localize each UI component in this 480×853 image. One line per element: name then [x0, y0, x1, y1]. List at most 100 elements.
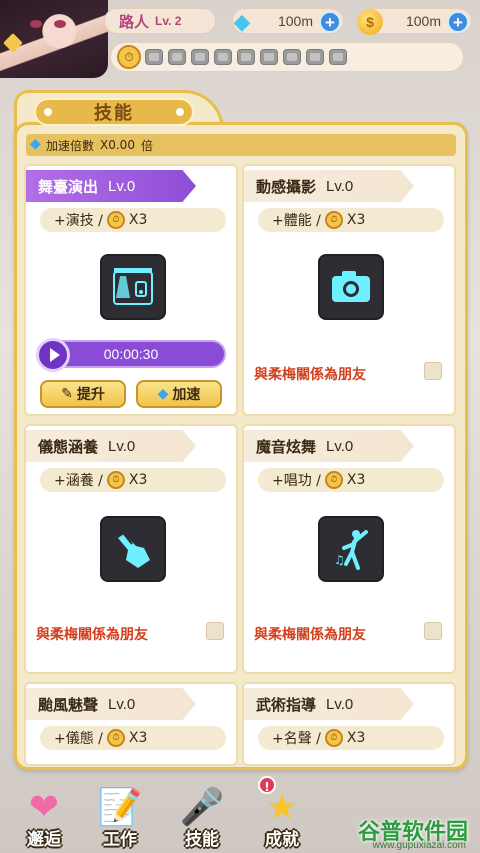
skill-stat-bonus: +演技 / ⏱ X3 — [40, 208, 226, 232]
stamina-slot — [214, 49, 232, 65]
stopwatch-icon: ⏱ — [117, 45, 141, 69]
nav-encounter[interactable]: ❤ 邂逅 — [8, 782, 80, 852]
stamina-slot — [283, 49, 301, 65]
speed-unit: 倍 — [140, 138, 153, 153]
add-gold-button[interactable]: + — [447, 11, 469, 33]
skill-card-title: 動感攝影 Lv.0 — [244, 170, 414, 202]
skill-level: Lv.0 — [108, 177, 136, 195]
star-icon: ★ — [265, 786, 299, 828]
stamina-slot — [329, 49, 347, 65]
panel-title-badge: 技能 — [34, 98, 194, 126]
skill-card-martial-arts[interactable]: 武術指導 Lv.0 +名聲 / ⏱ X3 — [242, 682, 456, 766]
gold-counter: $ 100m + — [357, 8, 472, 35]
stage-icon — [100, 254, 166, 320]
stopwatch-icon: ⏱ — [324, 729, 343, 747]
player-name: 路人 — [119, 13, 150, 31]
page-title: 技能 — [94, 103, 134, 124]
notebook-icon: 📝 — [97, 787, 143, 828]
stamina-slot — [168, 49, 186, 65]
skill-card-dynamic-photography[interactable]: 動感攝影 Lv.0 +體能 / ⏱ X3 與柔梅關係為朋友 — [242, 164, 456, 416]
avatar-eye — [30, 20, 42, 28]
nav-achievements[interactable]: ! ★ 成就 — [246, 776, 318, 852]
skill-card-title: 舞臺演出 Lv.0 — [26, 170, 196, 202]
training-progress-bar: 00:00:30 — [36, 338, 226, 372]
stat-label: +涵養 / — [54, 473, 103, 489]
microphone-icon: 🎤 — [179, 787, 225, 828]
nav-label: 成就 — [265, 830, 299, 850]
stat-multiplier: X3 — [128, 212, 148, 228]
gold-coin-icon: $ — [357, 9, 383, 35]
avatar-eye — [54, 20, 66, 28]
stopwatch-icon: ⏱ — [324, 211, 343, 229]
gem-counter: ◆ 100m + — [232, 8, 344, 34]
skill-stat-bonus: +儀態 / ⏱ X3 — [40, 726, 226, 750]
speed-value: X0.00 — [100, 138, 135, 152]
requirement-checkbox — [424, 622, 442, 640]
stat-label: +儀態 / — [54, 731, 103, 747]
glove-icon — [100, 516, 166, 582]
timer-text: 00:00:30 — [103, 346, 159, 362]
stamina-bar: ⏱ — [110, 42, 464, 72]
skill-card-magic-dance[interactable]: 魔音炫舞 Lv.0 +唱功 / ⏱ X3 ♫ 與柔梅關係為朋友 — [242, 424, 456, 674]
skill-card-title: 儀態涵養 Lv.0 — [26, 430, 196, 462]
nav-skills[interactable]: 🎤 技能 — [166, 782, 238, 852]
play-icon[interactable] — [36, 338, 70, 372]
stamina-slot — [306, 49, 324, 65]
speedup-button[interactable]: ◆ 加速 — [136, 380, 222, 408]
watermark-url: www.gupuxiazai.com — [372, 840, 466, 851]
skill-name: 動感攝影 — [256, 177, 317, 196]
stopwatch-icon: ⏱ — [106, 471, 125, 489]
stamina-slot — [260, 49, 278, 65]
unlock-requirement: 與柔梅關係為朋友 — [254, 627, 366, 643]
skill-name: 武術指導 — [256, 695, 317, 714]
skill-card-typhoon-voice[interactable]: 颱風魅聲 Lv.0 +儀態 / ⏱ X3 — [24, 682, 238, 766]
skill-level: Lv.0 — [108, 695, 136, 713]
unlock-requirement: 與柔梅關係為朋友 — [36, 627, 148, 643]
hearts-icon: ❤ — [28, 786, 60, 828]
diamond-icon: ◆ — [157, 386, 169, 402]
skill-card-poise[interactable]: 儀態涵養 Lv.0 +涵養 / ⏱ X3 與柔梅關係為朋友 — [24, 424, 238, 674]
nav-work[interactable]: 📝 工作 — [84, 782, 156, 852]
speed-multiplier-bar: ◆ 加速倍數 X0.00 倍 — [26, 134, 456, 156]
svg-text:♫: ♫ — [334, 553, 345, 567]
upgrade-label: 提升 — [76, 387, 105, 403]
stat-label: +名聲 / — [272, 731, 321, 747]
diamond-icon: ◆ — [30, 136, 41, 152]
skill-level: Lv.0 — [326, 695, 354, 713]
player-avatar[interactable] — [0, 0, 108, 78]
skill-card-title: 武術指導 Lv.0 — [244, 688, 414, 720]
gold-amount: 100m — [405, 13, 441, 29]
upgrade-button[interactable]: ✎ 提升 — [40, 380, 126, 408]
nav-label: 技能 — [185, 830, 219, 850]
upgrade-icon: ✎ — [61, 386, 73, 402]
skill-card-title: 魔音炫舞 Lv.0 — [244, 430, 414, 462]
skill-name: 颱風魅聲 — [38, 695, 99, 714]
stat-multiplier: X3 — [346, 730, 366, 746]
nav-label: 邂逅 — [27, 830, 61, 850]
skill-stat-bonus: +體能 / ⏱ X3 — [258, 208, 444, 232]
dancer-svg: ♫ — [334, 530, 368, 570]
add-gems-button[interactable]: + — [319, 11, 341, 33]
diamond-icon: ◆ — [233, 9, 251, 34]
stopwatch-icon: ⏱ — [106, 729, 125, 747]
skill-stat-bonus: +名聲 / ⏱ X3 — [258, 726, 444, 750]
stat-multiplier: X3 — [346, 212, 366, 228]
gem-amount: 100m — [277, 13, 313, 29]
unlock-requirement: 與柔梅關係為朋友 — [254, 367, 366, 383]
stat-multiplier: X3 — [128, 472, 148, 488]
stamina-slot — [237, 49, 255, 65]
skill-card-stage-performance[interactable]: 舞臺演出 Lv.0 +演技 / ⏱ X3 00:00:30 ✎ 提升 ◆ 加速 — [24, 164, 238, 416]
stopwatch-icon: ⏱ — [324, 471, 343, 489]
requirement-checkbox — [206, 622, 224, 640]
camera-icon — [318, 254, 384, 320]
skill-name: 舞臺演出 — [38, 177, 99, 196]
dancer-icon: ♫ — [318, 516, 384, 582]
stat-label: +唱功 / — [272, 473, 321, 489]
decor-dot — [44, 108, 52, 116]
player-level: Lv. 2 — [155, 14, 182, 28]
skill-level: Lv.0 — [108, 437, 136, 455]
skill-level: Lv.0 — [326, 437, 354, 455]
speed-label: 加速倍數 — [46, 138, 95, 153]
player-name-badge: 路人 Lv. 2 — [104, 8, 216, 34]
stat-multiplier: X3 — [128, 730, 148, 746]
